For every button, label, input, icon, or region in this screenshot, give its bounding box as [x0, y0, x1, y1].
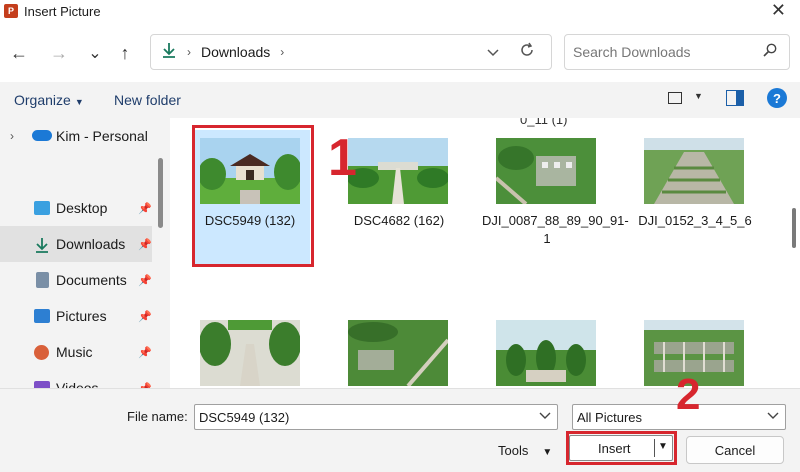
file-type-value: All Pictures: [577, 409, 643, 425]
organize-label: Organize: [14, 92, 71, 108]
image-thumbnail: [348, 320, 448, 386]
organize-dropdown-icon: ▼: [74, 97, 84, 107]
partial-file-label: 0_11 (1): [520, 118, 568, 127]
sidebar-scrollbar[interactable]: [158, 158, 163, 228]
tools-label: Tools: [498, 443, 529, 458]
image-thumbnail: [644, 138, 744, 204]
help-icon[interactable]: ?: [767, 88, 787, 108]
back-arrow-icon[interactable]: ←: [6, 40, 32, 66]
onedrive-cloud-icon: [32, 130, 52, 141]
forward-arrow-icon[interactable]: →: [46, 40, 72, 66]
file-type-dropdown-icon[interactable]: [767, 411, 779, 423]
organize-button[interactable]: Organize ▼: [14, 92, 84, 108]
file-name-label: File name:: [127, 409, 188, 424]
refresh-icon[interactable]: [519, 42, 535, 63]
file-name-value: DSC5949 (132): [199, 409, 290, 425]
breadcrumb-downloads[interactable]: Downloads: [201, 44, 270, 60]
file-name-dropdown-icon[interactable]: [539, 411, 551, 423]
pin-icon[interactable]: 📌: [138, 202, 152, 215]
pin-icon[interactable]: 📌: [138, 310, 152, 323]
search-box[interactable]: [564, 34, 790, 70]
pin-icon[interactable]: 📌: [138, 274, 152, 287]
title-bar: P Insert Picture ✕: [0, 0, 800, 22]
tools-dropdown-icon: ▼: [542, 447, 553, 458]
command-bar: Organize ▼ New folder ▼ ?: [0, 82, 800, 118]
search-icon[interactable]: [763, 43, 777, 61]
view-options-dropdown-icon[interactable]: ▼: [694, 91, 703, 101]
sidebar-item-label: Pictures: [56, 308, 107, 324]
annotation-highlight-box: [192, 125, 314, 267]
sidebar-item-music[interactable]: Music 📌: [0, 334, 152, 370]
pictures-icon: [34, 309, 50, 323]
sidebar-item-pictures[interactable]: Pictures 📌: [0, 298, 152, 334]
file-grid-scrollbar[interactable]: [792, 208, 796, 248]
sidebar-item-label: Desktop: [56, 200, 108, 216]
videos-icon: [34, 381, 50, 388]
sidebar-item-label: Music: [56, 344, 93, 360]
navigation-bar: ← → ⌄ ↑ › Downloads ›: [0, 22, 800, 82]
cancel-button[interactable]: Cancel: [686, 436, 784, 464]
desktop-icon: [34, 201, 50, 215]
sidebar-item-desktop[interactable]: Desktop 📌: [0, 190, 152, 226]
change-view-icon[interactable]: [668, 92, 682, 104]
annotation-step-2: 2: [676, 370, 701, 419]
music-icon: [34, 344, 49, 360]
tools-button[interactable]: Tools ▼: [498, 443, 552, 458]
sidebar-item-kim-personal[interactable]: › Kim - Personal: [0, 118, 152, 154]
search-input[interactable]: [573, 44, 753, 60]
download-arrow-icon: [161, 42, 177, 63]
close-icon[interactable]: ✕: [771, 0, 786, 20]
preview-pane-icon[interactable]: [726, 90, 744, 106]
sidebar-item-documents[interactable]: Documents 📌: [0, 262, 152, 298]
file-name: DJI_0087_88_89_90_91-1: [482, 213, 629, 246]
powerpoint-app-icon: P: [4, 4, 18, 18]
image-thumbnail: [200, 320, 300, 386]
up-arrow-icon[interactable]: ↑: [112, 40, 138, 66]
breadcrumb-chevron-icon[interactable]: ›: [280, 45, 284, 59]
breadcrumb-separator: ›: [187, 45, 191, 59]
file-name-field[interactable]: DSC5949 (132): [194, 404, 558, 430]
annotation-step-1: 1: [328, 129, 357, 187]
image-thumbnail: [496, 320, 596, 386]
image-thumbnail: [496, 138, 596, 204]
download-arrow-icon: [34, 237, 50, 253]
recent-locations-chevron-icon[interactable]: ⌄: [82, 40, 108, 66]
address-bar[interactable]: › Downloads ›: [150, 34, 552, 70]
address-history-dropdown-icon[interactable]: [487, 44, 499, 60]
sidebar-item-videos[interactable]: Videos 📌: [0, 370, 152, 388]
sidebar-item-label: Documents: [56, 272, 127, 288]
navigation-pane: › Kim - Personal Desktop 📌 Downloads 📌 D…: [0, 118, 168, 388]
pin-icon[interactable]: 📌: [138, 346, 152, 359]
sidebar-item-label: Videos: [56, 380, 99, 388]
sidebar-item-downloads[interactable]: Downloads 📌: [0, 226, 152, 262]
expand-chevron-icon[interactable]: ›: [10, 129, 14, 143]
new-folder-button[interactable]: New folder: [114, 92, 181, 108]
pin-icon[interactable]: 📌: [138, 238, 152, 251]
image-thumbnail: [348, 138, 448, 204]
sidebar-item-label: Downloads: [56, 236, 126, 252]
file-name: DSC4682 (162): [353, 213, 445, 228]
file-name: DJI_0152_3_4_5_6: [638, 213, 752, 228]
sidebar-item-label: Kim - Personal: [56, 128, 148, 144]
annotation-highlight-box: [566, 431, 677, 465]
window-title: Insert Picture: [24, 3, 101, 19]
documents-icon: [36, 272, 49, 288]
